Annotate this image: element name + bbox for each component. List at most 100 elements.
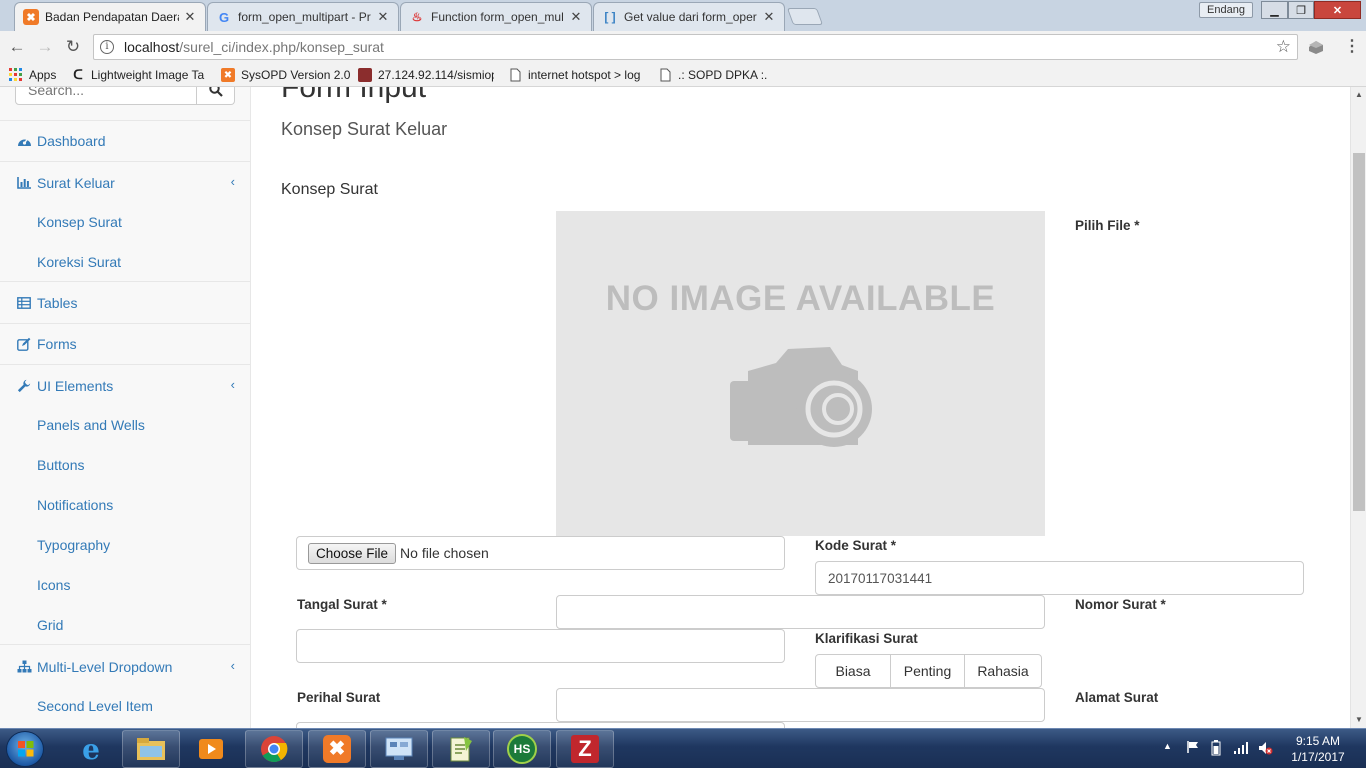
media-player-taskbar-icon[interactable] <box>182 730 240 768</box>
network-signal-icon[interactable] <box>1233 741 1249 781</box>
nomor-surat-label: Nomor Surat * <box>1075 597 1166 612</box>
bookmark-lightweight[interactable]: ᑕ Lightweight Image Ta <box>71 67 207 83</box>
main-content: Form Input Konsep Surat Keluar Konsep Su… <box>251 87 1350 728</box>
menu-icon[interactable]: ⋮ <box>1344 37 1360 57</box>
notepadpp-taskbar-icon[interactable] <box>432 730 490 768</box>
url-path: /surel_ci/index.php/konsep_surat <box>179 39 384 55</box>
bookmark-hotspot[interactable]: internet hotspot > log <box>508 67 644 83</box>
sidebar-item-dashboard[interactable]: Dashboard <box>0 121 250 162</box>
browser-tab-4[interactable]: [ ] Get value dari form_oper ✕ <box>593 2 785 31</box>
sidebar-item-tables[interactable]: Tables <box>0 283 250 324</box>
control-panel-taskbar-icon[interactable] <box>370 730 428 768</box>
bookmark-sysopd[interactable]: ✖ SysOPD Version 2.0 <box>221 67 350 83</box>
sidebar-subitem-koreksi-surat[interactable]: Koreksi Surat <box>0 242 250 282</box>
bookmark-sismiop[interactable]: 27.124.92.114/sismiop <box>358 67 494 83</box>
sidebar-subitem-grid[interactable]: Grid <box>0 605 250 645</box>
chrome-taskbar-icon[interactable] <box>245 730 303 768</box>
wrench-icon <box>16 378 32 394</box>
volume-muted-icon[interactable] <box>1257 740 1273 780</box>
close-tab-icon[interactable]: ✕ <box>376 9 390 25</box>
reload-icon[interactable]: ↻ <box>63 37 83 57</box>
system-clock[interactable]: 9:15 AM 1/17/2017 <box>1280 733 1356 765</box>
chevron-left-icon: ‹ <box>230 658 235 673</box>
bookmark-label: .: SOPD DPKA :. <box>678 68 768 82</box>
file-input[interactable]: Choose File No file chosen <box>296 536 785 570</box>
new-tab-button[interactable] <box>786 8 824 25</box>
sidebar-subitem-typography[interactable]: Typography <box>0 525 250 565</box>
dashboard-icon <box>16 133 32 149</box>
bar-chart-icon <box>16 175 32 191</box>
sidebar-item-label: Tables <box>37 295 78 311</box>
kode-surat-field[interactable]: 20170117031441 <box>815 561 1304 595</box>
xampp-taskbar-icon[interactable]: ✖ <box>308 730 366 768</box>
sidebar-item-surat-keluar[interactable]: Surat Keluar ‹ <box>0 162 250 203</box>
search-input[interactable] <box>15 87 197 105</box>
sidebar-subitem-notifications[interactable]: Notifications <box>0 485 250 525</box>
close-window-icon[interactable]: ✕ <box>1314 1 1361 19</box>
close-tab-icon[interactable]: ✕ <box>762 9 776 25</box>
search-button[interactable] <box>197 87 235 105</box>
bookmark-star-icon[interactable]: ☆ <box>1276 37 1291 57</box>
extension-icon[interactable] <box>1306 37 1326 57</box>
middle-field-1[interactable] <box>556 595 1045 629</box>
tangal-surat-field[interactable] <box>296 629 785 663</box>
sidebar-subitem-konsep-surat[interactable]: Konsep Surat <box>0 202 250 242</box>
close-tab-icon[interactable]: ✕ <box>569 9 583 25</box>
perihal-label: Perihal Surat <box>297 690 381 705</box>
xampp-icon: ✖ <box>23 9 39 25</box>
action-center-flag-icon[interactable] <box>1186 740 1200 780</box>
bookmark-label: Apps <box>29 68 57 82</box>
sidebar-item-label: Surat Keluar <box>37 174 115 191</box>
hotspot-shield-taskbar-icon[interactable]: HS <box>493 730 551 768</box>
sidebar-item-multilevel[interactable]: Multi-Level Dropdown ‹ <box>0 646 250 687</box>
codeigniter-icon: ♨ <box>411 10 423 24</box>
browser-tab-strip: ✖ Badan Pendapatan Daera ✕ G form_open_m… <box>0 0 1366 31</box>
scroll-up-icon[interactable]: ▲ <box>1351 87 1366 103</box>
browser-tab-3[interactable]: ♨ Function form_open_mul ✕ <box>400 2 592 31</box>
info-icon[interactable]: i <box>100 40 114 54</box>
sidebar-subitem-second-level[interactable]: Second Level Item <box>0 686 250 726</box>
start-button[interactable] <box>6 731 44 767</box>
choose-file-button[interactable]: Choose File <box>308 542 397 564</box>
search-icon <box>208 87 223 97</box>
scrollbar-thumb[interactable] <box>1353 153 1365 511</box>
sidebar-subitem-buttons[interactable]: Buttons <box>0 445 250 485</box>
forward-icon[interactable]: → <box>35 37 55 57</box>
bookmark-sopd[interactable]: .: SOPD DPKA :. <box>658 67 767 83</box>
biasa-button[interactable]: Biasa <box>815 654 891 688</box>
filezilla-taskbar-icon[interactable]: Z <box>556 730 614 768</box>
sidebar-item-label: UI Elements <box>37 377 114 394</box>
page-scrollbar[interactable]: ▲ ▼ <box>1350 87 1366 728</box>
browser-tab-1[interactable]: ✖ Badan Pendapatan Daera ✕ <box>14 2 206 31</box>
camera-icon <box>730 347 872 447</box>
tab-title: Get value dari form_oper <box>624 10 757 24</box>
page-subtitle: Konsep Surat Keluar <box>281 119 448 139</box>
browser-toolbar: ← → ↻ i localhost/surel_ci/index.php/kon… <box>0 31 1366 63</box>
address-bar[interactable]: i localhost/surel_ci/index.php/konsep_su… <box>93 34 1298 60</box>
middle-field-2[interactable] <box>556 688 1045 722</box>
bookmark-label: SysOPD Version 2.0 <box>241 68 351 82</box>
profile-button[interactable]: Endang <box>1199 2 1253 18</box>
sidebar-subitem-icons[interactable]: Icons <box>0 565 250 605</box>
sidebar-item-ui-elements[interactable]: UI Elements ‹ <box>0 365 250 406</box>
sidebar-subitem-panels[interactable]: Panels and Wells <box>0 405 250 445</box>
ie-taskbar-icon[interactable]: e <box>62 730 120 768</box>
rahasia-button[interactable]: Rahasia <box>964 654 1042 688</box>
table-icon <box>16 295 32 311</box>
tab-title: Function form_open_mul <box>431 10 564 24</box>
scroll-down-icon[interactable]: ▼ <box>1351 712 1366 728</box>
klarifikasi-label: Klarifikasi Surat <box>815 631 918 646</box>
maximize-icon[interactable]: ❐ <box>1288 1 1314 19</box>
battery-icon[interactable] <box>1211 740 1221 780</box>
sidebar-item-forms[interactable]: Forms <box>0 324 250 365</box>
minimize-icon[interactable]: ▁ <box>1261 1 1288 19</box>
sidebar-item-label: Forms <box>37 336 77 352</box>
browser-tab-2[interactable]: G form_open_multipart - Pr ✕ <box>207 2 399 31</box>
bookmark-apps[interactable]: Apps <box>9 67 56 83</box>
back-icon[interactable]: ← <box>7 37 27 57</box>
show-hidden-icons[interactable]: ▲ <box>1163 741 1172 781</box>
penting-button[interactable]: Penting <box>890 654 965 688</box>
close-tab-icon[interactable]: ✕ <box>183 9 197 25</box>
bookmark-c-icon: ᑕ <box>73 67 83 82</box>
explorer-taskbar-icon[interactable] <box>122 730 180 768</box>
